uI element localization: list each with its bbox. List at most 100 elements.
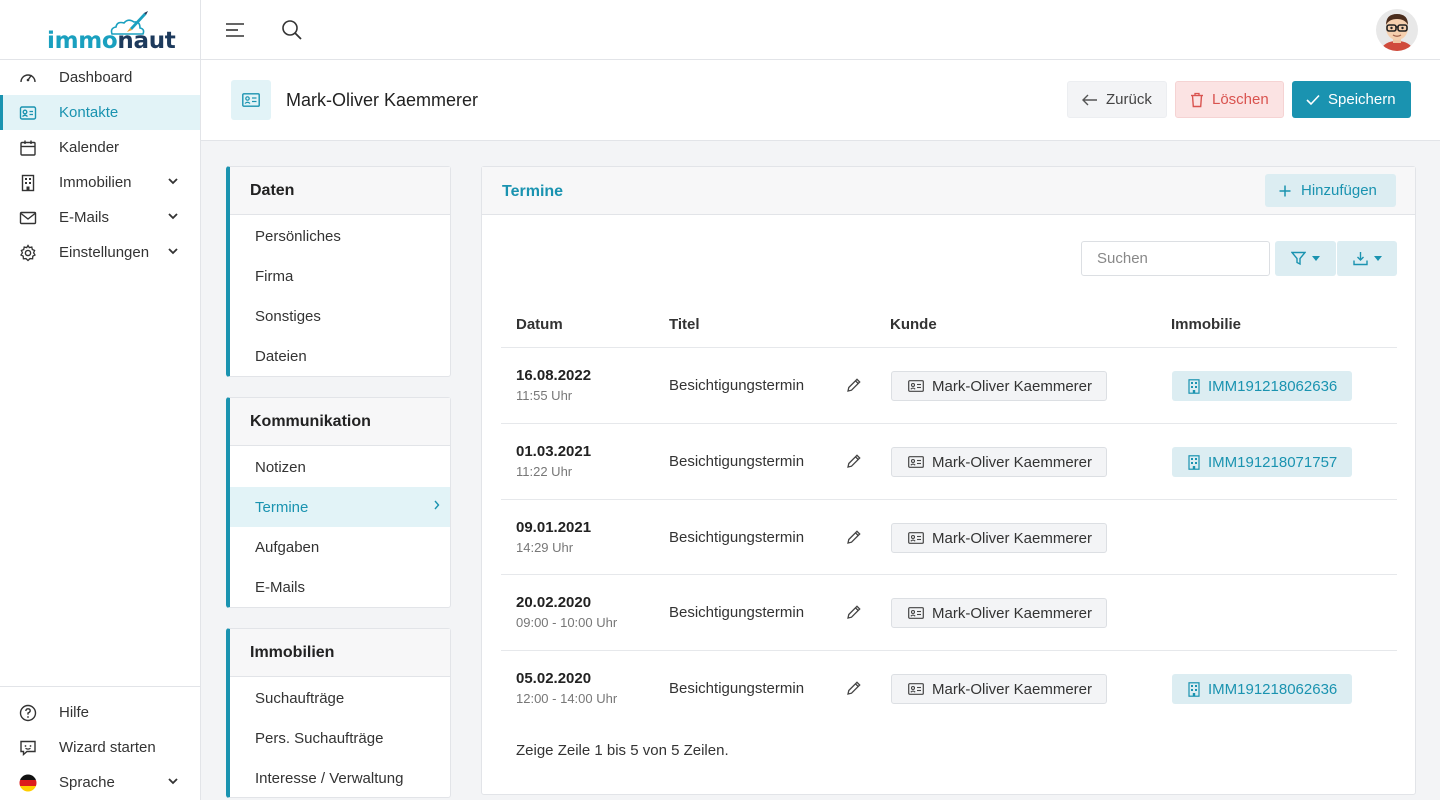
panel-item-sonstiges[interactable]: Sonstiges: [230, 296, 450, 336]
kunde-name: Mark-Oliver Kaemmerer: [932, 604, 1093, 622]
panel-title: Kommunikation: [230, 398, 450, 446]
delete-button[interactable]: Löschen: [1175, 81, 1284, 118]
column-header-immobilie[interactable]: Immobilie: [1171, 316, 1241, 333]
contact-card-icon: [242, 93, 260, 107]
search-input[interactable]: [1081, 241, 1270, 276]
gauge-icon: [20, 74, 36, 83]
table-row: 16.08.2022 11:55 Uhr Besichtigungstermin…: [501, 348, 1397, 423]
row-title: Besichtigungstermin: [669, 680, 805, 697]
pencil-icon[interactable]: [846, 680, 862, 696]
termine-card: Termine Hinzufügen Datum Titel Kunde Imm…: [481, 166, 1416, 795]
sidebar-item-hilfe[interactable]: Hilfe: [0, 695, 200, 730]
gear-icon: [20, 244, 36, 262]
pencil-icon[interactable]: [846, 377, 862, 393]
kunde-name: Mark-Oliver Kaemmerer: [932, 529, 1093, 547]
sidebar-item-immobilien[interactable]: Immobilien: [0, 165, 200, 200]
kunde-name: Mark-Oliver Kaemmerer: [932, 453, 1093, 471]
chevron-down-icon: [168, 778, 178, 785]
sidebar-item-label: Hilfe: [59, 704, 90, 721]
user-avatar-icon: [1376, 9, 1418, 51]
panel-item-persoenliches[interactable]: Persönliches: [230, 216, 450, 256]
sidebar: immonaut Dashboard Kontakte Kalender Imm…: [0, 0, 201, 800]
immobilie-chip[interactable]: IMM191218062636: [1172, 371, 1352, 401]
row-title: Besichtigungstermin: [669, 604, 805, 621]
logo[interactable]: immonaut: [0, 0, 200, 60]
sidebar-item-label: Einstellungen: [59, 244, 150, 261]
kunde-chip[interactable]: Mark-Oliver Kaemmerer: [891, 447, 1107, 477]
wizard-icon: [20, 740, 36, 757]
page-title: Mark-Oliver Kaemmerer: [286, 90, 479, 110]
kunde-chip[interactable]: Mark-Oliver Kaemmerer: [891, 523, 1107, 553]
panel-item-interesse-verwaltung[interactable]: Interesse / Verwaltung: [230, 758, 450, 798]
save-button[interactable]: Speichern: [1292, 81, 1411, 118]
row-title: Besichtigungstermin: [669, 529, 805, 546]
sidebar-item-sprache[interactable]: Sprache: [0, 765, 200, 800]
pencil-icon[interactable]: [846, 453, 862, 469]
panel-item-aufgaben[interactable]: Aufgaben: [230, 527, 450, 567]
row-date: 20.02.2020: [516, 594, 592, 611]
panel-title: Immobilien: [230, 629, 450, 677]
building-icon: [1188, 454, 1200, 470]
panel-item-emails[interactable]: E-Mails: [230, 567, 450, 607]
row-time: 11:55 Uhr: [516, 388, 573, 403]
row-time: 09:00 - 10:00 Uhr: [516, 615, 618, 630]
kunde-chip[interactable]: Mark-Oliver Kaemmerer: [891, 371, 1107, 401]
pagination-info: Zeige Zeile 1 bis 5 von 5 Zeilen.: [516, 742, 729, 759]
mail-icon: [19, 211, 37, 225]
contact-card-icon: [19, 106, 37, 120]
panel-item-dateien[interactable]: Dateien: [230, 336, 450, 376]
sidebar-item-label: Immobilien: [59, 174, 132, 191]
panel-title: Daten: [230, 167, 450, 215]
sidebar-item-kontakte[interactable]: Kontakte: [0, 95, 200, 130]
row-title: Besichtigungstermin: [669, 453, 805, 470]
row-date: 05.02.2020: [516, 670, 592, 687]
avatar[interactable]: [1376, 9, 1418, 51]
kunde-chip[interactable]: Mark-Oliver Kaemmerer: [891, 674, 1107, 704]
check-icon: [1306, 94, 1320, 105]
pencil-icon[interactable]: [846, 529, 862, 545]
chevron-right-icon: [434, 500, 440, 510]
row-title: Besichtigungstermin: [669, 377, 805, 394]
filter-button[interactable]: [1275, 241, 1336, 276]
panel-item-notizen[interactable]: Notizen: [230, 447, 450, 487]
back-button[interactable]: Zurück: [1067, 81, 1167, 118]
add-button[interactable]: Hinzufügen: [1265, 174, 1396, 207]
building-icon: [1188, 681, 1200, 697]
sidebar-item-label: Kalender: [59, 139, 120, 156]
pencil-icon[interactable]: [846, 604, 862, 620]
panel-item-suchauftraege[interactable]: Suchaufträge: [230, 678, 450, 718]
sidebar-item-kalender[interactable]: Kalender: [0, 130, 200, 165]
sidebar-item-label: E-Mails: [59, 209, 110, 226]
search-icon[interactable]: [281, 19, 303, 41]
panel-item-pers-suchauftraege[interactable]: Pers. Suchaufträge: [230, 718, 450, 758]
sidebar-item-wizard[interactable]: Wizard starten: [0, 730, 200, 765]
sidebar-item-dashboard[interactable]: Dashboard: [0, 60, 200, 95]
save-button-label: Speichern: [1328, 91, 1396, 108]
export-button[interactable]: [1336, 241, 1397, 276]
sidebar-item-emails[interactable]: E-Mails: [0, 200, 200, 235]
panel-item-firma[interactable]: Firma: [230, 256, 450, 296]
column-header-titel[interactable]: Titel: [669, 316, 700, 333]
column-header-kunde[interactable]: Kunde: [890, 316, 937, 333]
sidebar-item-label: Sprache: [59, 774, 115, 791]
panel-kommunikation: Kommunikation Notizen Termine Aufgaben E…: [226, 397, 451, 608]
sidebar-item-einstellungen[interactable]: Einstellungen: [0, 235, 200, 270]
immobilie-chip[interactable]: IMM191218071757: [1172, 447, 1352, 477]
immobilie-chip[interactable]: IMM191218062636: [1172, 674, 1352, 704]
column-header-datum[interactable]: Datum: [516, 316, 563, 333]
caret-down-icon: [1312, 256, 1320, 261]
help-icon: [19, 704, 37, 722]
sidebar-item-label: Kontakte: [59, 104, 119, 121]
contact-card-icon: [908, 456, 924, 468]
caret-down-icon: [1373, 256, 1382, 261]
chevron-down-icon: [168, 213, 178, 220]
row-date: 01.03.2021: [516, 443, 592, 460]
menu-icon[interactable]: [225, 20, 245, 40]
immobilie-id: IMM191218071757: [1208, 453, 1338, 471]
download-icon: [1352, 252, 1368, 266]
contact-card-icon: [908, 380, 924, 392]
row-time: 12:00 - 14:00 Uhr: [516, 691, 618, 706]
panel-item-termine[interactable]: Termine: [230, 487, 450, 527]
table-row: 05.02.2020 12:00 - 14:00 Uhr Besichtigun…: [501, 651, 1397, 726]
kunde-chip[interactable]: Mark-Oliver Kaemmerer: [891, 598, 1107, 628]
